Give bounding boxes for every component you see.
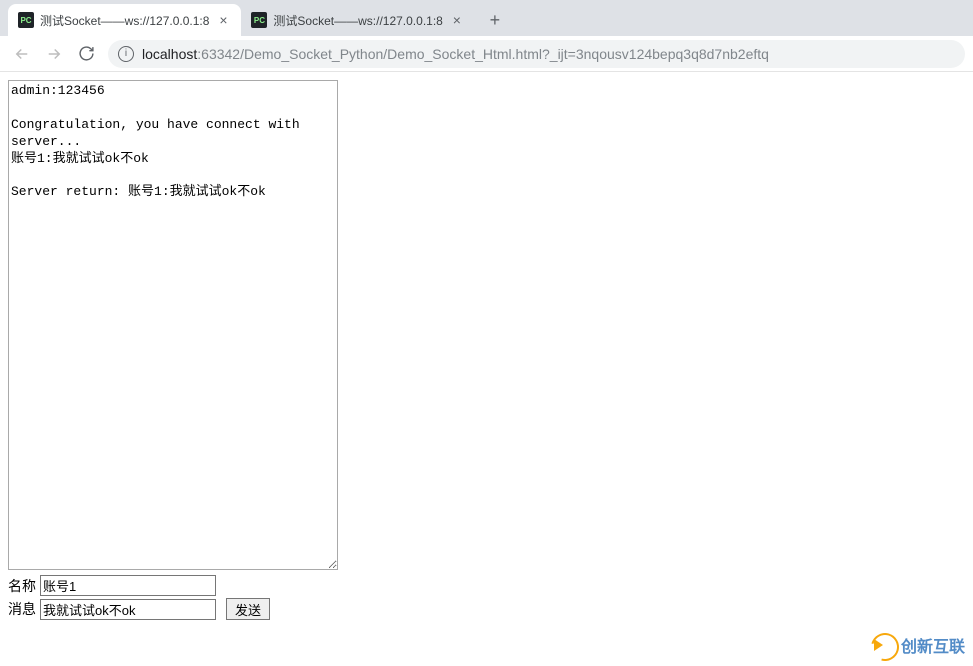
arrow-right-icon: [45, 45, 63, 63]
reload-button[interactable]: [72, 40, 100, 68]
name-input[interactable]: [40, 575, 216, 596]
favicon-icon: PC: [251, 12, 267, 28]
url-text: localhost:63342/Demo_Socket_Python/Demo_…: [142, 46, 769, 62]
watermark-icon: [871, 633, 895, 657]
close-icon[interactable]: ×: [215, 12, 231, 28]
send-button[interactable]: 发送: [226, 598, 270, 620]
new-tab-button[interactable]: +: [481, 6, 509, 34]
favicon-icon: PC: [18, 12, 34, 28]
watermark-text: 创新互联: [901, 633, 965, 657]
close-icon[interactable]: ×: [449, 12, 465, 28]
site-info-icon[interactable]: i: [118, 46, 134, 62]
tab-title: 测试Socket——ws://127.0.0.1:8: [40, 12, 209, 29]
watermark: 创新互联: [871, 633, 965, 657]
browser-tab-2[interactable]: PC 测试Socket——ws://127.0.0.1:8 ×: [241, 4, 474, 36]
tab-bar: PC 测试Socket——ws://127.0.0.1:8 × PC 测试Soc…: [0, 0, 973, 36]
browser-tab-1[interactable]: PC 测试Socket——ws://127.0.0.1:8 ×: [8, 4, 241, 36]
log-textarea[interactable]: [8, 80, 338, 570]
message-input[interactable]: [40, 599, 216, 620]
message-label: 消息: [8, 599, 38, 619]
address-bar[interactable]: i localhost:63342/Demo_Socket_Python/Dem…: [108, 40, 965, 68]
back-button[interactable]: [8, 40, 36, 68]
arrow-left-icon: [13, 45, 31, 63]
reload-icon: [78, 45, 95, 62]
forward-button[interactable]: [40, 40, 68, 68]
browser-toolbar: i localhost:63342/Demo_Socket_Python/Dem…: [0, 36, 973, 72]
page-content: 名称 消息 发送: [0, 72, 973, 628]
name-label: 名称: [8, 576, 38, 596]
tab-title: 测试Socket——ws://127.0.0.1:8: [273, 12, 442, 29]
